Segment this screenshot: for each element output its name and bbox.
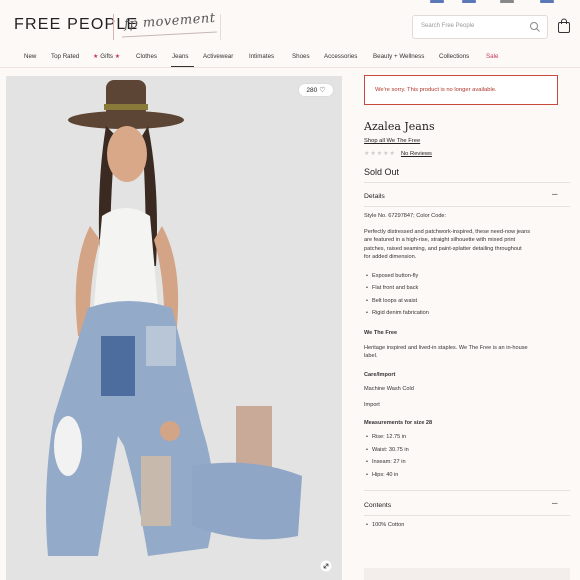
toolbar-icon <box>540 0 554 3</box>
nav-shoes[interactable]: Shoes <box>292 53 310 60</box>
nav-accessories[interactable]: Accessories <box>324 53 357 60</box>
shop-all-link[interactable]: Shop all We The Free <box>364 138 420 144</box>
browser-top-strip <box>0 0 580 8</box>
search-placeholder: Search Free People <box>421 23 475 29</box>
nav-gifts[interactable]: ★ Gifts ★ <box>93 53 120 60</box>
image-count: 280 <box>306 86 318 94</box>
divider <box>364 490 570 491</box>
divider <box>364 515 570 516</box>
care-instruction: Machine Wash Cold <box>364 386 414 392</box>
alert-message: We're sorry. This product is no longer a… <box>375 87 497 93</box>
shopping-bag-icon[interactable] <box>557 18 571 34</box>
site-header: FREE PEOPLE fp movement Search Free Peop… <box>0 8 580 46</box>
star-icon: ★ <box>93 53 99 60</box>
model-illustration <box>6 76 342 580</box>
contents-item: 100% Cotton <box>366 522 404 528</box>
fp-movement-logo[interactable]: fp movement <box>124 11 216 32</box>
description-line: for added dimension. <box>364 254 417 260</box>
details-heading[interactable]: Details <box>364 193 385 200</box>
details-collapse-toggle[interactable]: – <box>552 189 558 200</box>
brand-text-line: Heritage inspired and lived-in staples. … <box>364 345 528 351</box>
bottom-panel <box>364 568 570 580</box>
measurement-item: Rise: 12.75 in <box>366 434 406 440</box>
search-icon[interactable] <box>529 21 541 33</box>
toolbar-icon <box>430 0 444 3</box>
expand-icon[interactable] <box>320 560 332 572</box>
care-heading: Care/Import <box>364 372 396 378</box>
unavailable-alert: We're sorry. This product is no longer a… <box>364 75 558 105</box>
feature-item: Flat front and back <box>366 285 418 291</box>
measurements-heading: Measurements for size 28 <box>364 420 433 426</box>
description-line: Perfectly distressed and patchwork-inspi… <box>364 229 531 235</box>
stock-status: Sold Out <box>364 167 400 177</box>
heart-icon[interactable]: ♡ <box>319 86 325 94</box>
description-line: are featured in a high-rise, straight si… <box>364 237 516 243</box>
feature-item: Rigid denim fabrication <box>366 310 429 316</box>
brand-text-line: label. <box>364 353 378 359</box>
nav-sale[interactable]: Sale <box>486 53 498 60</box>
measurement-item: Hips: 40 in <box>366 472 398 478</box>
measurement-item: Waist: 30.75 in <box>366 447 409 453</box>
nav-top-rated[interactable]: Top Rated <box>51 53 79 60</box>
product-title: Azalea Jeans <box>364 120 435 133</box>
nav-beauty-wellness[interactable]: Beauty + Wellness <box>373 53 424 60</box>
reviews-link[interactable]: No Reviews <box>401 151 432 157</box>
contents-heading[interactable]: Contents <box>364 502 391 509</box>
logo-divider <box>113 14 114 40</box>
free-people-logo[interactable]: FREE PEOPLE <box>14 16 138 34</box>
nav-activewear[interactable]: Activewear <box>203 53 233 60</box>
nav-intimates[interactable]: Intimates <box>249 53 274 60</box>
description-line: patches, raised seaming, and paint-splat… <box>364 246 522 252</box>
product-image[interactable] <box>6 76 342 580</box>
header-divider <box>220 14 221 40</box>
toolbar-icon <box>500 0 514 3</box>
nav-jeans[interactable]: Jeans <box>172 53 189 60</box>
brand-heading: We The Free <box>364 330 398 336</box>
style-number: Style No. 67297847; Color Code: <box>364 213 447 219</box>
search-input[interactable]: Search Free People <box>412 15 548 39</box>
rating-stars: ★★★★★ <box>364 151 396 157</box>
main-navigation: New Top Rated ★ Gifts ★ Clothes Jeans Ac… <box>0 46 580 68</box>
divider <box>364 182 570 183</box>
nav-collections[interactable]: Collections <box>439 53 469 60</box>
contents-collapse-toggle[interactable]: – <box>552 498 558 509</box>
nav-gifts-label: Gifts <box>100 53 114 60</box>
image-counter[interactable]: 280 ♡ <box>298 83 334 97</box>
nav-new[interactable]: New <box>24 53 36 60</box>
measurement-item: Inseam: 27 in <box>366 459 406 465</box>
nav-clothes[interactable]: Clothes <box>136 53 157 60</box>
feature-item: Belt loops at waist <box>366 298 417 304</box>
toolbar-icon <box>462 0 476 3</box>
feature-item: Exposed button-fly <box>366 273 418 279</box>
nav-active-indicator <box>171 66 194 67</box>
divider <box>364 206 570 207</box>
star-icon: ★ <box>114 53 121 60</box>
import-info: Import <box>364 402 380 408</box>
